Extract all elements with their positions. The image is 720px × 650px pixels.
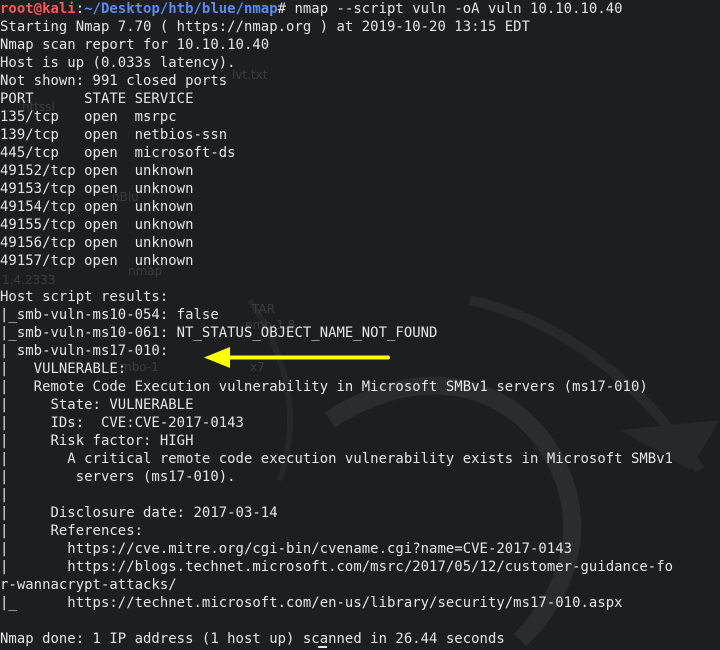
script-result-line: | A critical remote code execution vulne… xyxy=(0,451,674,467)
port-row: 445/tcp open microsoft-ds xyxy=(0,145,236,161)
script-result-line: | References: xyxy=(0,523,144,539)
scan-summary-line: Nmap done: 1 IP address (1 host up) scan… xyxy=(0,631,505,647)
output-line: Starting Nmap 7.70 ( https://nmap.org ) … xyxy=(0,19,531,35)
text-cursor xyxy=(318,646,327,648)
prompt-user: root@kali xyxy=(0,1,76,17)
script-results-header: Host script results: xyxy=(0,289,169,305)
script-result-line: | xyxy=(0,487,9,503)
output-line: Host is up (0.033s latency). xyxy=(0,55,236,71)
script-result-line: |_smb-vuln-ms10-054: false xyxy=(0,307,219,323)
port-row: 49155/tcp open unknown xyxy=(0,217,194,233)
script-result-line: | servers (ms17-010). xyxy=(0,469,236,485)
output-line: Nmap scan report for 10.10.10.40 xyxy=(0,37,270,53)
port-row: 49156/tcp open unknown xyxy=(0,235,194,251)
output-line: Not shown: 991 closed ports xyxy=(0,73,228,89)
port-row: 49157/tcp open unknown xyxy=(0,253,194,269)
yellow-arrow-left-icon xyxy=(204,347,390,368)
port-table-header: PORT STATE SERVICE xyxy=(0,91,194,107)
shell-prompt-line: root@kali:~/Desktop/htb/blue/nmap# nmap … xyxy=(0,0,720,18)
port-row: 139/tcp open netbios-ssn xyxy=(0,127,228,143)
script-result-line: | State: VULNERABLE xyxy=(0,397,194,413)
reference-link: | https://cve.mitre.org/cgi-bin/cvename.… xyxy=(0,541,573,557)
reference-link-wrap: r-wannacrypt-attacks/ xyxy=(0,577,177,593)
port-row: 135/tcp open msrpc xyxy=(0,109,177,125)
script-result-line: |_smb-vuln-ms10-061: NT_STATUS_OBJECT_NA… xyxy=(0,325,438,341)
terminal-window[interactable]: lvt.txt httssl nBlu 1.4.2333 TAR nmap pm… xyxy=(0,0,720,650)
prompt-path: ~/Desktop/htb/blue/nmap xyxy=(84,1,278,17)
reference-link: |_ https://technet.microsoft.com/en-us/l… xyxy=(0,595,623,611)
prompt-separator: : xyxy=(75,1,85,17)
port-row: 49154/tcp open unknown xyxy=(0,199,194,215)
script-result-line: | IDs: CVE:CVE-2017-0143 xyxy=(0,415,244,431)
port-row: 49153/tcp open unknown xyxy=(0,181,194,197)
reference-link: | https://blogs.technet.microsoft.com/ms… xyxy=(0,559,674,575)
port-row: 49152/tcp open unknown xyxy=(0,163,194,179)
terminal-output: root@kali:~/Desktop/htb/blue/nmap# nmap … xyxy=(0,0,720,648)
script-result-line: | Disclosure date: 2017-03-14 xyxy=(0,505,278,521)
prompt-command: nmap --script vuln -oA vuln 10.10.10.40 xyxy=(294,1,623,17)
prompt-symbol: # xyxy=(277,1,295,17)
script-result-line: | Risk factor: HIGH xyxy=(0,433,194,449)
script-result-line: | Remote Code Execution vulnerability in… xyxy=(0,379,648,395)
